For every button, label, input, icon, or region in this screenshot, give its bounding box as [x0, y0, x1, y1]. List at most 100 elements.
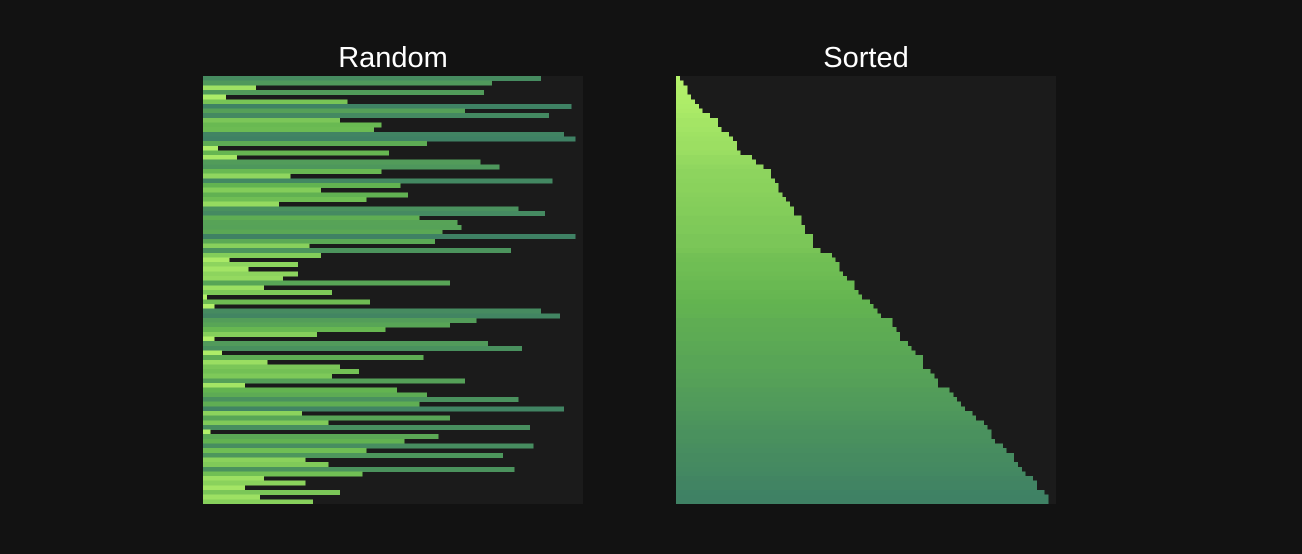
bar: [203, 187, 321, 193]
bar: [203, 141, 428, 147]
bar: [203, 424, 530, 430]
bar: [676, 280, 855, 286]
bar: [203, 280, 450, 286]
bar: [203, 290, 333, 296]
bar: [676, 99, 695, 105]
bar: [203, 80, 492, 86]
bar: [676, 210, 794, 216]
bar: [676, 145, 737, 151]
chart-title-sorted: Sorted: [823, 42, 909, 74]
bar: [676, 117, 718, 123]
bar: [203, 131, 564, 137]
bar: [203, 392, 428, 398]
bar: [676, 415, 977, 421]
bar: [676, 220, 802, 226]
bar: [676, 373, 935, 379]
bar: [676, 383, 939, 389]
bar: [676, 94, 692, 100]
bar: [203, 313, 561, 319]
bar: [676, 313, 882, 319]
bar: [203, 499, 314, 504]
bar: [203, 462, 329, 468]
bar: [676, 266, 840, 272]
bar: [203, 410, 302, 416]
bar: [203, 373, 333, 379]
bar: [676, 480, 1037, 486]
bar: [676, 192, 783, 198]
bar: [676, 122, 718, 128]
bar: [676, 178, 775, 184]
bar: [203, 85, 257, 91]
bar: [203, 406, 564, 412]
bar: [203, 341, 488, 347]
bar: [676, 448, 1007, 454]
bar: [203, 145, 219, 151]
bar: [203, 438, 405, 444]
bar: [203, 471, 363, 477]
bar: [676, 173, 771, 179]
bar: [676, 127, 722, 133]
bar: [203, 238, 435, 244]
bar: [676, 434, 992, 440]
bar: [676, 494, 1049, 500]
bar: [676, 234, 813, 240]
bar: [676, 364, 923, 370]
bar: [203, 196, 367, 202]
bar: [676, 271, 844, 277]
bar: [676, 424, 988, 430]
bar: [203, 276, 283, 282]
bar: [203, 122, 382, 128]
bar: [676, 108, 703, 114]
bar: [676, 290, 859, 296]
bar: [203, 159, 481, 165]
bar: [676, 457, 1015, 463]
bar: [203, 89, 485, 95]
bar: [676, 462, 1018, 468]
bar: [676, 164, 764, 170]
bar: [203, 490, 340, 496]
bar: [676, 248, 821, 254]
bar: [203, 322, 450, 328]
bar: [203, 262, 298, 268]
bar: [203, 369, 359, 375]
bar: [203, 285, 264, 291]
bar: [676, 201, 790, 207]
bar: [676, 238, 813, 244]
bar: [676, 159, 756, 165]
bar: [676, 206, 794, 212]
sorted-panel: Sorted: [676, 0, 1056, 554]
bar: [203, 308, 542, 314]
bar: [676, 183, 779, 189]
bar: [203, 480, 306, 486]
bar: [203, 476, 264, 482]
bar: [676, 303, 874, 309]
bar: [676, 476, 1034, 482]
bar: [203, 252, 321, 258]
bar: [676, 499, 1049, 504]
bar: [676, 262, 840, 268]
bar: [203, 271, 298, 277]
bar: [676, 252, 832, 258]
bar: [203, 452, 504, 458]
bar: [676, 322, 893, 328]
bar: [676, 452, 1015, 458]
bar: [203, 494, 260, 500]
bar: [203, 220, 458, 226]
bar: [676, 257, 836, 263]
bar: [203, 434, 439, 440]
bar: [676, 276, 847, 282]
bar: [203, 178, 553, 184]
bar: [676, 113, 711, 119]
bar: [203, 420, 329, 426]
bar: [676, 397, 958, 403]
random-bar-chart: [203, 76, 583, 504]
bar: [676, 406, 965, 412]
bar: [676, 187, 779, 193]
bar: [676, 485, 1037, 491]
bar: [676, 89, 688, 95]
bar: [203, 243, 310, 249]
bar: [203, 136, 576, 142]
bar: [203, 331, 317, 337]
bar: [676, 355, 923, 361]
bar: [203, 299, 371, 305]
